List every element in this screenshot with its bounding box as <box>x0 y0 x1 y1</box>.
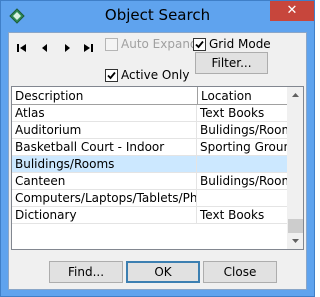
cell-description: Dictionary <box>12 207 197 223</box>
auto-expand-checkbox[interactable]: Auto Expand <box>105 36 198 52</box>
last-record-icon[interactable] <box>82 42 94 54</box>
column-header-description[interactable]: Description <box>12 87 198 105</box>
scroll-up-icon[interactable] <box>287 87 303 104</box>
cell-location <box>197 156 287 172</box>
checkmark-icon <box>195 40 204 48</box>
filter-button[interactable]: Filter... <box>195 52 268 74</box>
object-search-window: Object Search ✕ Auto Expand Grid Mode Ac… <box>0 0 315 297</box>
results-grid[interactable]: Description Location Atlas Text Books Audi… <box>11 86 304 250</box>
cell-description: Basketball Court - Indoor <box>12 139 197 155</box>
close-button[interactable]: Close <box>203 261 277 283</box>
cell-description: Atlas <box>12 105 197 121</box>
active-only-box <box>105 68 118 82</box>
table-row[interactable]: Basketball Court - IndoorSporting Ground… <box>12 139 287 156</box>
cell-description: Computers/Laptops/Tablets/Phones <box>12 190 197 206</box>
ok-button[interactable]: OK <box>126 261 200 283</box>
table-row[interactable]: Bulidings/Rooms <box>12 156 287 173</box>
cell-location: Text Books <box>200 106 265 120</box>
window-title: Object Search <box>104 6 211 24</box>
scroll-thumb[interactable] <box>288 219 303 233</box>
auto-expand-box <box>105 37 118 51</box>
checkmark-icon <box>107 71 116 79</box>
vertical-scrollbar[interactable] <box>287 87 303 249</box>
table-row[interactable]: AuditoriumBulidings/Rooms <box>12 122 287 139</box>
window-close-button[interactable]: ✕ <box>270 1 314 21</box>
scroll-down-icon[interactable] <box>287 232 303 249</box>
next-record-icon[interactable] <box>61 42 73 54</box>
table-row[interactable]: Atlas Text Books <box>12 105 287 122</box>
table-row[interactable]: Computers/Laptops/Tablets/Phones <box>12 190 287 207</box>
active-only-label: Active Only <box>121 68 190 82</box>
cell-description: Bulidings/Rooms <box>12 156 197 172</box>
cell-location: Sporting Grounds/... <box>200 140 287 154</box>
grid-mode-box <box>193 37 206 51</box>
close-icon: ✕ <box>286 3 298 18</box>
cell-location: Text Books <box>200 208 265 222</box>
cell-location: Bulidings/Rooms <box>200 174 287 188</box>
grid-mode-checkbox[interactable]: Grid Mode <box>193 36 271 52</box>
find-button[interactable]: Find... <box>49 261 123 283</box>
cell-description: Canteen <box>12 173 197 189</box>
auto-expand-label: Auto Expand <box>121 37 198 51</box>
cell-location: Bulidings/Rooms <box>200 123 287 137</box>
previous-record-icon[interactable] <box>39 42 51 54</box>
title-bar[interactable]: Object Search ✕ <box>1 1 314 32</box>
grid-header: Description Location <box>12 87 287 105</box>
column-header-location[interactable]: Location <box>198 87 287 105</box>
dialog-body: Auto Expand Grid Mode Active Only Filter… <box>8 32 307 290</box>
table-row[interactable]: CanteenBulidings/Rooms <box>12 173 287 190</box>
grid-mode-label: Grid Mode <box>209 37 271 51</box>
cell-location <box>197 190 287 206</box>
first-record-icon[interactable] <box>16 42 28 54</box>
grid-rows: AtlasText BooksAuditoriumBulidings/Rooms… <box>12 105 287 224</box>
table-row[interactable]: Dictionary Text Books <box>12 207 287 224</box>
active-only-checkbox[interactable]: Active Only <box>105 67 189 83</box>
cell-description: Auditorium <box>12 122 197 138</box>
